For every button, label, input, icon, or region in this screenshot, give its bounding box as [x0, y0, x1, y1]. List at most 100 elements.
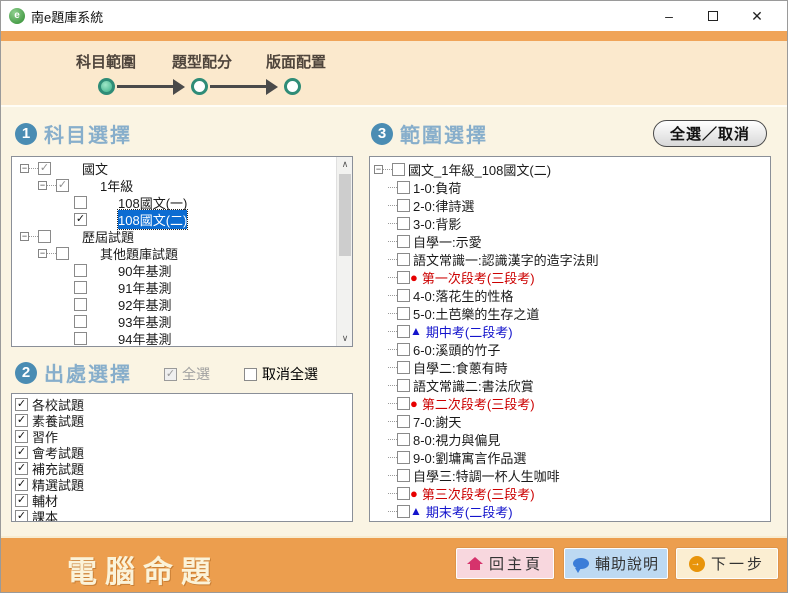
- range-item-label[interactable]: 8-0:視力與偏見: [413, 430, 500, 449]
- range-tree-row[interactable]: 1-0:負荷: [374, 178, 599, 196]
- range-tree-row[interactable]: 自學二:食蔥有時: [374, 358, 599, 376]
- range-checkbox[interactable]: [397, 325, 410, 338]
- range-checkbox[interactable]: [397, 217, 410, 230]
- select-toggle-button[interactable]: 全選／取消: [653, 120, 767, 147]
- range-item-label[interactable]: 自學三:特調一杯人生咖啡: [413, 466, 560, 485]
- range-item-label[interactable]: 國文_1年級_108國文(二): [408, 160, 551, 179]
- range-checkbox[interactable]: [397, 343, 410, 356]
- close-button[interactable]: ✕: [735, 2, 779, 30]
- range-tree-row[interactable]: 9-0:劉墉寓言作品選: [374, 448, 599, 466]
- range-tree-row[interactable]: 5-0:土芭樂的生存之道: [374, 304, 599, 322]
- range-item-label[interactable]: 期中考(二段考): [426, 322, 513, 341]
- scroll-up-icon[interactable]: ∧: [337, 157, 353, 172]
- select-all-checkbox[interactable]: ✓ 全選: [164, 364, 210, 384]
- range-checkbox[interactable]: [397, 307, 410, 320]
- range-checkbox[interactable]: [397, 181, 410, 194]
- range-checkbox[interactable]: [397, 361, 410, 374]
- range-checkbox[interactable]: [397, 289, 410, 302]
- subject-tree-row[interactable]: −✓1年級: [12, 177, 335, 194]
- range-item-label[interactable]: 自學二:食蔥有時: [413, 358, 508, 377]
- source-item-label[interactable]: 課本: [32, 507, 58, 523]
- range-checkbox[interactable]: [397, 505, 410, 518]
- source-checkbox[interactable]: ✓: [15, 446, 28, 459]
- source-checkbox[interactable]: ✓: [15, 414, 28, 427]
- range-item-label[interactable]: 3-0:背影: [413, 214, 461, 233]
- tree-checkbox[interactable]: [38, 230, 51, 243]
- range-item-label[interactable]: 5-0:土芭樂的生存之道: [413, 304, 539, 323]
- range-checkbox[interactable]: [397, 415, 410, 428]
- source-checkbox[interactable]: ✓: [15, 430, 28, 443]
- range-checkbox[interactable]: [397, 253, 410, 266]
- range-item-label[interactable]: 4-0:落花生的性格: [413, 286, 513, 305]
- scrollbar-thumb[interactable]: [339, 174, 351, 256]
- range-tree-row[interactable]: ▲期中考(二段考): [374, 322, 599, 340]
- tree-checkbox[interactable]: ✓: [38, 162, 51, 175]
- range-checkbox[interactable]: [397, 271, 410, 284]
- tree-expander-icon[interactable]: −: [374, 165, 383, 174]
- range-checkbox[interactable]: [397, 397, 410, 410]
- range-tree-row[interactable]: 3-0:背影: [374, 214, 599, 232]
- tree-checkbox[interactable]: ✓: [74, 213, 87, 226]
- subject-tree-row[interactable]: −歷屆試題: [12, 228, 335, 245]
- subject-tree-row[interactable]: 93年基測: [12, 313, 335, 330]
- range-checkbox[interactable]: [392, 163, 405, 176]
- range-item-label[interactable]: 自學一:示愛: [413, 232, 482, 251]
- range-tree-row[interactable]: 8-0:視力與偏見: [374, 430, 599, 448]
- range-tree-row[interactable]: ●第三次段考(三段考): [374, 484, 599, 502]
- range-checkbox[interactable]: [397, 199, 410, 212]
- range-item-label[interactable]: 9-0:劉墉寓言作品選: [413, 448, 526, 467]
- tree-checkbox[interactable]: [74, 332, 87, 345]
- subject-tree-row[interactable]: 94年基測: [12, 330, 335, 347]
- range-tree-row[interactable]: 6-0:溪頭的竹子: [374, 340, 599, 358]
- tree-checkbox[interactable]: [74, 298, 87, 311]
- range-item-label[interactable]: 7-0:謝天: [413, 412, 461, 431]
- range-tree-row[interactable]: 語文常識二:書法欣賞: [374, 376, 599, 394]
- deselect-all-checkbox[interactable]: 取消全選: [244, 364, 318, 384]
- help-button[interactable]: 輔助說明: [564, 548, 668, 579]
- range-tree-row[interactable]: 語文常識一:認識漢字的造字法則: [374, 250, 599, 268]
- tree-checkbox[interactable]: [74, 281, 87, 294]
- range-tree-row[interactable]: − 國文_1年級_108國文(二): [374, 160, 599, 178]
- source-checkbox[interactable]: ✓: [15, 462, 28, 475]
- scroll-down-icon[interactable]: ∨: [337, 331, 353, 346]
- deselect-all-checkbox-box[interactable]: [244, 368, 257, 381]
- tree-expander-icon[interactable]: −: [38, 249, 47, 258]
- range-checkbox[interactable]: [397, 487, 410, 500]
- select-all-checkbox-box[interactable]: ✓: [164, 368, 177, 381]
- range-checkbox[interactable]: [397, 469, 410, 482]
- subject-tree-row[interactable]: 108國文(一): [12, 194, 335, 211]
- tree-expander-icon[interactable]: −: [20, 232, 29, 241]
- source-list-item[interactable]: ✓課本: [15, 508, 84, 522]
- range-item-label[interactable]: 6-0:溪頭的竹子: [413, 340, 500, 359]
- range-item-label[interactable]: 期末考(二段考): [426, 502, 513, 521]
- range-tree-row[interactable]: 7-0:謝天: [374, 412, 599, 430]
- tree-checkbox[interactable]: [74, 196, 87, 209]
- tree-expander-icon[interactable]: −: [38, 181, 47, 190]
- range-tree-row[interactable]: 4-0:落花生的性格: [374, 286, 599, 304]
- range-item-label[interactable]: 第二次段考(三段考): [422, 394, 535, 413]
- minimize-button[interactable]: –: [647, 2, 691, 30]
- tree-item-label[interactable]: 94年基測: [118, 329, 171, 347]
- subject-tree-row[interactable]: ✓108國文(二): [12, 211, 335, 228]
- range-tree-row[interactable]: 2-0:律詩選: [374, 196, 599, 214]
- subject-tree-row[interactable]: 92年基測: [12, 296, 335, 313]
- source-checkbox[interactable]: ✓: [15, 494, 28, 507]
- source-checkbox[interactable]: ✓: [15, 478, 28, 491]
- home-button[interactable]: 回主頁: [456, 548, 554, 579]
- range-item-label[interactable]: 2-0:律詩選: [413, 196, 474, 215]
- maximize-button[interactable]: [691, 2, 735, 30]
- range-checkbox[interactable]: [397, 433, 410, 446]
- subject-tree-row[interactable]: 91年基測: [12, 279, 335, 296]
- range-item-label[interactable]: 第一次段考(三段考): [422, 268, 535, 287]
- tree-checkbox[interactable]: [74, 315, 87, 328]
- tree-checkbox[interactable]: ✓: [56, 179, 69, 192]
- subject-tree-scrollbar[interactable]: ∧ ∨: [336, 157, 352, 346]
- range-item-label[interactable]: 第三次段考(三段考): [422, 484, 535, 503]
- range-item-label[interactable]: 1-0:負荷: [413, 178, 461, 197]
- range-tree-row[interactable]: 自學三:特調一杯人生咖啡: [374, 466, 599, 484]
- subject-tree-row[interactable]: 90年基測: [12, 262, 335, 279]
- range-tree-row[interactable]: ▲期末考(二段考): [374, 502, 599, 520]
- range-checkbox[interactable]: [397, 235, 410, 248]
- range-tree-row[interactable]: ●第一次段考(三段考): [374, 268, 599, 286]
- range-tree-row[interactable]: ●第二次段考(三段考): [374, 394, 599, 412]
